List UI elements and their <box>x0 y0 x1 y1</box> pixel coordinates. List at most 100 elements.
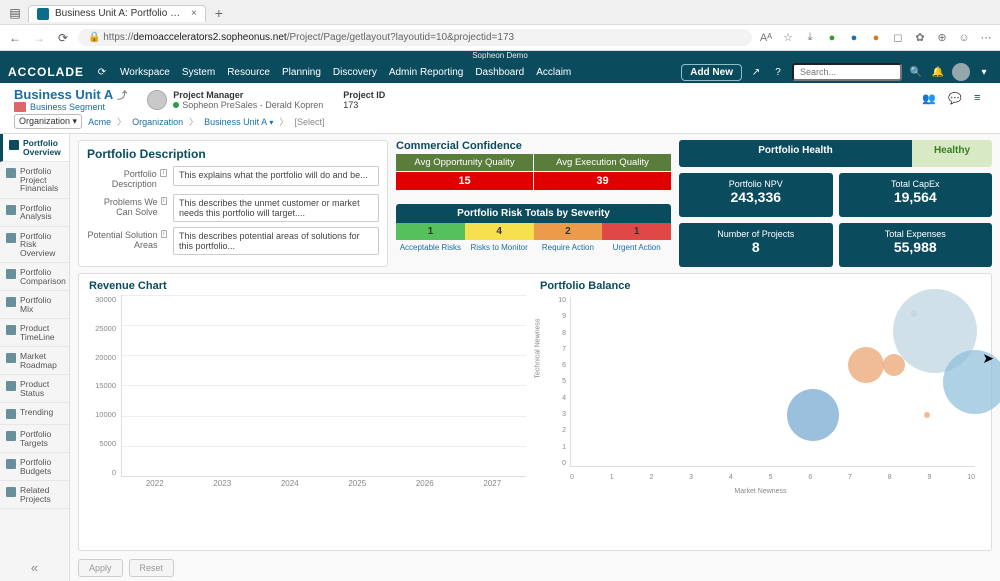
desc-value[interactable]: This describes potential areas of soluti… <box>173 227 379 255</box>
health-label: Portfolio Health <box>679 140 912 167</box>
back-icon[interactable]: ← <box>6 29 24 47</box>
brand: ACCOLADE <box>8 65 84 79</box>
sidebar-item-trending[interactable]: Trending <box>0 403 69 425</box>
notify-search-icon[interactable]: 🔍 <box>908 64 924 80</box>
risk-lbl-0[interactable]: Acceptable Risks <box>396 240 465 255</box>
sidebar-icon <box>9 140 19 150</box>
cc-col-1: Avg Execution Quality <box>534 154 671 171</box>
org-tree-icon[interactable]: 👥 <box>922 92 938 108</box>
desc-label: Problems We Can Solvei <box>87 194 167 217</box>
risk-val-2: 2 <box>534 223 603 240</box>
risk-lbl-1[interactable]: Risks to Monitor <box>465 240 534 255</box>
risk-lbl-2[interactable]: Require Action <box>534 240 603 255</box>
add-new-button[interactable]: Add New <box>681 64 742 81</box>
sidebar-item-portfolio-overview[interactable]: Portfolio Overview <box>0 134 69 162</box>
ext-4-icon[interactable]: ◻ <box>890 30 906 46</box>
collapse-sidebar-icon[interactable]: « <box>0 560 69 575</box>
crumb-select[interactable]: [Select] <box>294 117 324 127</box>
portfolio-description-panel: Portfolio Description Portfolio Descript… <box>78 140 388 267</box>
sidebar-item-portfolio-comparison[interactable]: Portfolio Comparison <box>0 263 69 291</box>
menu-resource[interactable]: Resource <box>227 67 270 78</box>
kpi-projects: Number of Projects 8 <box>679 223 833 267</box>
desc-value[interactable]: This describes the unmet customer or mar… <box>173 194 379 222</box>
sidebar-icon <box>6 168 16 178</box>
menu-workspace[interactable]: Workspace <box>120 67 170 78</box>
pm-value: Sopheon PreSales - Derald Kopren <box>182 100 323 110</box>
sidebar-item-portfolio-mix[interactable]: Portfolio Mix <box>0 291 69 319</box>
ext-3-icon[interactable]: ● <box>868 30 884 46</box>
info-icon[interactable]: i <box>161 230 167 238</box>
search-input[interactable] <box>792 63 902 81</box>
risk-lbl-3[interactable]: Urgent Action <box>602 240 671 255</box>
cc-val-1: 39 <box>534 172 671 190</box>
chrome-aa-icon[interactable]: Aᴬ <box>758 30 774 46</box>
bell-icon[interactable]: 🔔 <box>930 64 946 80</box>
refresh-app-icon[interactable]: ⟳ <box>94 64 110 80</box>
menu-admin-reporting[interactable]: Admin Reporting <box>389 67 463 78</box>
sidebar-icon <box>6 381 16 391</box>
user-avatar[interactable] <box>952 63 970 81</box>
org-select[interactable]: Organization ▾ <box>14 114 82 129</box>
bubble[interactable] <box>787 389 839 441</box>
bubble[interactable] <box>943 350 1000 414</box>
more-list-icon[interactable]: ≡ <box>974 92 990 108</box>
kpi-capex: Total CapEx 19,564 <box>839 173 993 217</box>
ext-2-icon[interactable]: ● <box>846 30 862 46</box>
crumb-root[interactable]: Acme <box>88 117 111 127</box>
sync-icon[interactable]: ⤓ <box>802 30 818 46</box>
menu-dashboard[interactable]: Dashboard <box>475 67 524 78</box>
reset-button[interactable]: Reset <box>129 559 175 577</box>
desc-label: Portfolio Descriptioni <box>87 166 167 189</box>
chat-icon[interactable]: 💬 <box>948 92 964 108</box>
window-menu-icon[interactable]: ▤ <box>6 4 24 22</box>
help-icon[interactable]: ? <box>770 64 786 80</box>
sidebar-item-portfolio-budgets[interactable]: Portfolio Budgets <box>0 453 69 481</box>
risk-val-0: 1 <box>396 223 465 240</box>
kpi-panel: Portfolio Health Healthy Portfolio NPV 2… <box>679 140 992 267</box>
ext-1-icon[interactable]: ● <box>824 30 840 46</box>
pm-avatar <box>147 90 167 110</box>
apply-button[interactable]: Apply <box>78 559 123 577</box>
menu-planning[interactable]: Planning <box>282 67 321 78</box>
new-tab-button[interactable]: + <box>210 4 228 22</box>
demo-banner: Sopheon Demo <box>0 51 1000 61</box>
collections-icon[interactable]: ⊕ <box>934 30 950 46</box>
breadcrumb: Organization ▾ Acme 〉 Organization 〉 Bus… <box>14 112 990 131</box>
sidebar: Portfolio OverviewPortfolio Project Fina… <box>0 134 70 581</box>
sidebar-item-product-timeline[interactable]: Product TimeLine <box>0 319 69 347</box>
sidebar-item-product-status[interactable]: Product Status <box>0 375 69 403</box>
menu-acclaim[interactable]: Acclaim <box>536 67 571 78</box>
close-tab-icon[interactable]: × <box>191 8 197 19</box>
confidence-panel: Commercial Confidence Avg Opportunity Qu… <box>396 140 671 267</box>
browser-tab[interactable]: Business Unit A: Portfolio Ove… × <box>28 5 206 22</box>
address-bar[interactable]: 🔒 https://demoaccelerators2.sopheonus.ne… <box>78 29 752 46</box>
sidebar-item-portfolio-analysis[interactable]: Portfolio Analysis <box>0 199 69 227</box>
refresh-icon[interactable]: ⟳ <box>54 29 72 47</box>
desc-value[interactable]: This explains what the portfolio will do… <box>173 166 379 186</box>
sidebar-item-related-projects[interactable]: Related Projects <box>0 481 69 509</box>
project-header: Business Unit A ⤴ Business Segment Proje… <box>0 83 1000 134</box>
favorites-bar-icon[interactable]: ✿ <box>912 30 928 46</box>
sidebar-item-portfolio-project-financials[interactable]: Portfolio Project Financials <box>0 162 69 199</box>
crumb-l2[interactable]: Business Unit A <box>204 117 273 127</box>
bubble[interactable] <box>848 347 884 383</box>
info-icon[interactable]: i <box>160 169 167 177</box>
user-menu-chevron-icon[interactable]: ▾ <box>976 64 992 80</box>
sidebar-item-portfolio-risk-overview[interactable]: Portfolio Risk Overview <box>0 227 69 264</box>
revenue-chart-title: Revenue Chart <box>89 280 530 292</box>
bubble[interactable] <box>924 412 930 418</box>
info-icon[interactable]: i <box>161 197 167 205</box>
share-icon[interactable]: ⤴ <box>117 87 127 102</box>
nav-local-icon[interactable]: ↗ <box>748 64 764 80</box>
sidebar-item-market-roadmap[interactable]: Market Roadmap <box>0 347 69 375</box>
favorite-icon[interactable]: ☆ <box>780 30 796 46</box>
more-icon[interactable]: ⋯ <box>978 30 994 46</box>
health-value: Healthy <box>912 140 992 167</box>
page-title: Business Unit A <box>14 87 113 102</box>
sidebar-item-portfolio-targets[interactable]: Portfolio Targets <box>0 425 69 453</box>
profile-icon[interactable]: ☺ <box>956 30 972 46</box>
sidebar-icon <box>6 205 16 215</box>
menu-system[interactable]: System <box>182 67 215 78</box>
menu-discovery[interactable]: Discovery <box>333 67 377 78</box>
crumb-l1[interactable]: Organization <box>132 117 183 127</box>
